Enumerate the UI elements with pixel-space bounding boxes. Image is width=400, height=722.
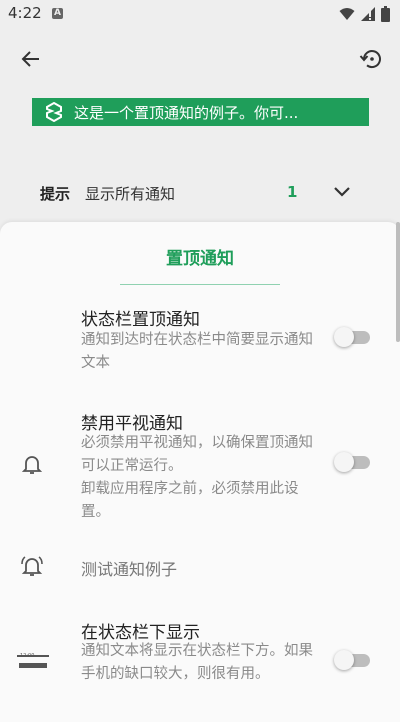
test-notification-button[interactable]: 测试通知例子	[0, 546, 400, 586]
back-button[interactable]	[14, 42, 48, 76]
chevron-down-icon[interactable]	[330, 180, 354, 204]
arrow-left-icon	[21, 51, 39, 67]
setting-description-secondary: 卸载应用程序之前，必须禁用此设置。	[81, 481, 299, 520]
statusbar-preview-icon: 12:00	[16, 648, 50, 676]
title-divider	[120, 284, 280, 285]
signal-icon	[361, 7, 375, 21]
hint-value: 显示所有通知	[85, 185, 176, 203]
setting-disable-headsup[interactable]: 禁用平视通知 必须禁用平视通知，以确保置顶通知可以正常运行。 卸载应用程序之前，…	[0, 404, 400, 524]
status-icons	[339, 6, 390, 22]
test-notification-label: 测试通知例子	[81, 560, 178, 579]
history-restore-icon	[359, 50, 381, 69]
pinned-notification-sheet: 置顶通知 状态栏置顶通知 通知到达时在状态栏中简要显示通知文本 禁用平视通知 必…	[0, 222, 400, 722]
wifi-icon	[339, 8, 355, 20]
setting-description: 通知文本将显示在状态栏下方。如果手机的缺口较大，则很有用。	[81, 643, 313, 682]
toolbar	[0, 36, 400, 82]
battery-icon	[381, 6, 390, 22]
hint-count: 1	[287, 183, 298, 201]
setting-title: 状态栏置顶通知	[81, 310, 200, 330]
setting-statusbar-pinned[interactable]: 状态栏置顶通知 通知到达时在状态栏中简要显示通知文本	[0, 300, 400, 371]
notification-badge: A	[52, 8, 63, 19]
status-time: 4:22	[8, 4, 42, 22]
show-below-statusbar-toggle[interactable]	[334, 650, 370, 670]
status-bar: 4:22 A	[0, 0, 400, 30]
setting-show-below-statusbar[interactable]: 12:00 在状态栏下显示 通知文本将显示在状态栏下方。如果手机的缺口较大，则很…	[0, 618, 400, 718]
sheet-title: 置顶通知	[166, 249, 234, 269]
banner-text: 这是一个置顶通知的例子。你可...	[74, 103, 299, 122]
disable-headsup-toggle[interactable]	[334, 452, 370, 472]
setting-description: 必须禁用平视通知，以确保置顶通知可以正常运行。	[81, 435, 313, 474]
statusbar-preview-time: 12:00	[20, 653, 35, 659]
app-logo-icon	[40, 98, 68, 126]
hint-label: 提示	[40, 185, 71, 203]
setting-description: 通知到达时在状态栏中简要显示通知文本	[81, 332, 313, 371]
pinned-notification-banner[interactable]: 这是一个置顶通知的例子。你可...	[32, 98, 369, 126]
setting-title: 禁用平视通知	[81, 414, 183, 434]
hint-row[interactable]: 提示 显示所有通知 1	[0, 172, 400, 212]
bell-icon	[18, 450, 46, 478]
history-button[interactable]	[354, 42, 388, 76]
ringing-bell-icon	[18, 552, 46, 580]
statusbar-pinned-toggle[interactable]	[334, 327, 370, 347]
